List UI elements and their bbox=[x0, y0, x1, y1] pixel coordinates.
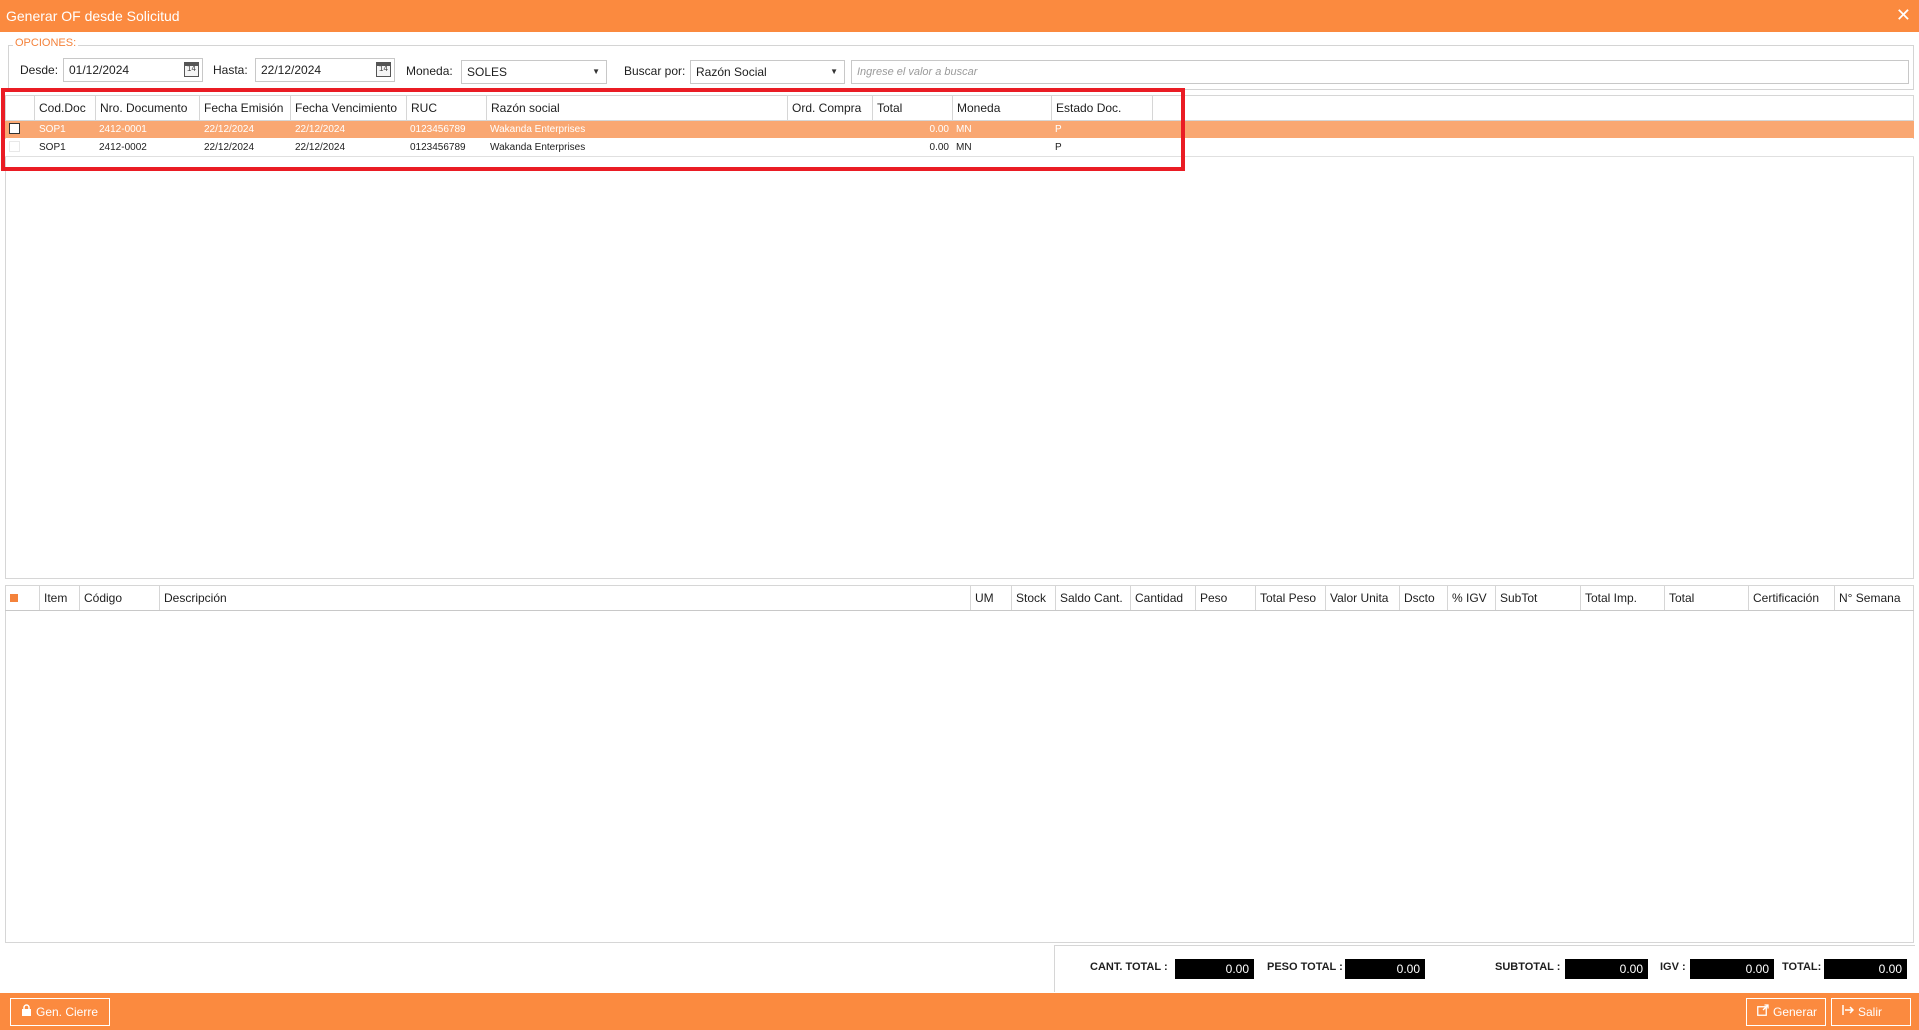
column-header[interactable]: Dscto bbox=[1400, 586, 1448, 610]
desde-date-value: 01/12/2024 bbox=[69, 63, 130, 77]
details-grid bbox=[5, 585, 1914, 943]
igv-value: 0.00 bbox=[1690, 959, 1774, 979]
buscar-por-select[interactable]: Razón Social ▼ bbox=[690, 60, 845, 84]
cant-total-label: CANT. TOTAL : bbox=[1090, 961, 1168, 973]
title-bar: Generar OF desde Solicitud ✕ bbox=[0, 0, 1919, 32]
external-link-icon bbox=[1757, 999, 1769, 1025]
column-header[interactable]: Total bbox=[1665, 586, 1749, 610]
buscar-por-label: Buscar por: bbox=[624, 64, 686, 78]
generar-button[interactable]: Generar bbox=[1746, 998, 1826, 1026]
gen-cierre-button[interactable]: Gen. Cierre bbox=[10, 998, 110, 1026]
options-legend: OPCIONES: bbox=[13, 37, 79, 49]
subtotal-value: 0.00 bbox=[1565, 959, 1648, 979]
highlight-annotation bbox=[1, 88, 1185, 171]
hasta-date-field[interactable]: 22/12/2024 14 bbox=[255, 58, 395, 82]
window-title: Generar OF desde Solicitud bbox=[6, 8, 180, 24]
column-header[interactable]: Cantidad bbox=[1131, 586, 1196, 610]
desde-label: Desde: bbox=[20, 63, 59, 77]
total-label: TOTAL: bbox=[1782, 961, 1822, 973]
select-column-header[interactable] bbox=[5, 586, 40, 610]
search-input[interactable]: Ingrese el valor a buscar bbox=[851, 60, 1909, 84]
column-header[interactable]: Item bbox=[40, 586, 80, 610]
close-icon[interactable]: ✕ bbox=[1896, 5, 1911, 26]
moneda-select-value: SOLES bbox=[467, 65, 508, 79]
igv-label: IGV : bbox=[1660, 961, 1686, 973]
peso-total-value: 0.00 bbox=[1345, 959, 1425, 979]
search-placeholder: Ingrese el valor a buscar bbox=[857, 66, 978, 78]
exit-icon bbox=[1842, 999, 1855, 1025]
column-header[interactable]: UM bbox=[971, 586, 1012, 610]
column-header[interactable]: N° Semana bbox=[1835, 586, 1914, 610]
desde-date-field[interactable]: 01/12/2024 14 bbox=[63, 58, 203, 82]
column-header[interactable]: Código bbox=[80, 586, 160, 610]
column-header[interactable]: Saldo Cant. bbox=[1056, 586, 1131, 610]
total-value: 0.00 bbox=[1824, 959, 1907, 979]
column-header[interactable]: SubTot bbox=[1496, 586, 1581, 610]
gen-cierre-label: Gen. Cierre bbox=[36, 1005, 99, 1019]
column-header[interactable]: Total Peso bbox=[1256, 586, 1326, 610]
buscar-por-value: Razón Social bbox=[696, 65, 767, 79]
lock-icon bbox=[21, 999, 32, 1025]
moneda-label: Moneda: bbox=[406, 64, 453, 78]
chevron-down-icon: ▼ bbox=[592, 67, 600, 76]
column-header[interactable]: Certificación bbox=[1749, 586, 1835, 610]
details-grid-header: Item Código Descripción UM Stock Saldo C… bbox=[5, 586, 1914, 611]
bottom-bar: Gen. Cierre Generar Salir bbox=[0, 993, 1919, 1030]
calendar-icon[interactable]: 14 bbox=[184, 62, 199, 77]
column-header[interactable]: Total Imp. bbox=[1581, 586, 1665, 610]
hasta-date-value: 22/12/2024 bbox=[261, 63, 322, 77]
column-header[interactable]: Valor Unita bbox=[1326, 586, 1400, 610]
column-header[interactable]: Stock bbox=[1012, 586, 1056, 610]
column-header[interactable]: % IGV bbox=[1448, 586, 1496, 610]
hasta-label: Hasta: bbox=[213, 63, 248, 77]
calendar-icon[interactable]: 14 bbox=[376, 62, 391, 77]
select-all-icon[interactable] bbox=[10, 594, 18, 602]
salir-button[interactable]: Salir bbox=[1831, 998, 1911, 1026]
moneda-select[interactable]: SOLES ▼ bbox=[461, 60, 607, 84]
salir-label: Salir bbox=[1858, 1005, 1883, 1019]
column-header[interactable]: Descripción bbox=[160, 586, 971, 610]
peso-total-label: PESO TOTAL : bbox=[1267, 961, 1343, 973]
cant-total-value: 0.00 bbox=[1175, 959, 1254, 979]
generar-label: Generar bbox=[1773, 1005, 1818, 1019]
subtotal-label: SUBTOTAL : bbox=[1495, 961, 1561, 973]
column-header[interactable]: Peso bbox=[1196, 586, 1256, 610]
chevron-down-icon: ▼ bbox=[830, 67, 838, 76]
